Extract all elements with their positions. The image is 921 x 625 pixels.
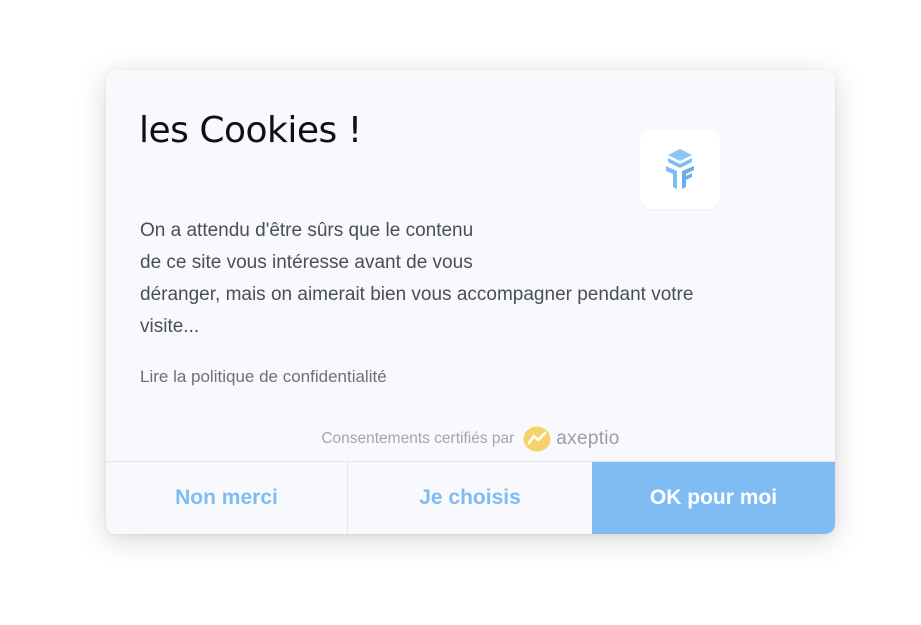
certified-by: Consentements certifiés par axeptio <box>106 426 835 452</box>
button-bar: Non merci Je choisis OK pour moi <box>106 461 835 534</box>
axeptio-logo[interactable]: axeptio <box>523 426 619 452</box>
site-logo-icon <box>666 149 694 189</box>
axeptio-badge-icon <box>523 426 551 452</box>
accept-button[interactable]: OK pour moi <box>592 462 835 534</box>
message-line: visite... <box>140 316 200 337</box>
axeptio-brand-text: axeptio <box>556 428 620 449</box>
choose-button[interactable]: Je choisis <box>348 462 592 534</box>
privacy-policy-link[interactable]: Lire la politique de confidentialité <box>140 367 387 387</box>
certified-text: Consentements certifiés par <box>321 430 515 447</box>
dialog-message: On a attendu d'être sûrs que le contenu … <box>140 215 810 343</box>
dialog-title: les Cookies ! <box>139 110 362 151</box>
message-line: On a attendu d'être sûrs que le contenu <box>140 220 474 241</box>
site-logo <box>640 129 720 209</box>
message-line: déranger, mais on aimerait bien vous acc… <box>140 284 694 305</box>
message-line: de ce site vous intéresse avant de vous <box>140 252 473 273</box>
cookie-consent-dialog: les Cookies ! On a attendu d'être sûrs q… <box>106 70 835 534</box>
decline-button[interactable]: Non merci <box>106 462 348 534</box>
